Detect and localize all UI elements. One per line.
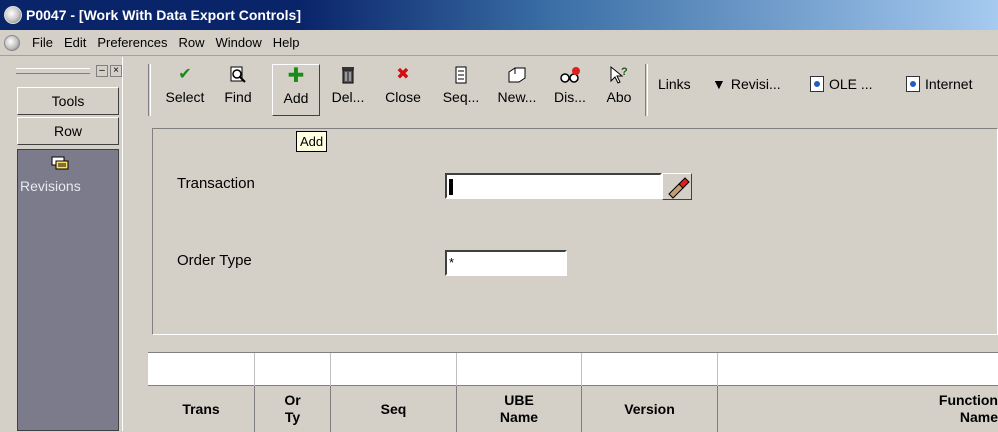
- menu-row[interactable]: Row: [174, 35, 211, 50]
- query-cell-ube-name[interactable]: [457, 353, 582, 386]
- new-icon: [492, 64, 542, 86]
- close-icon[interactable]: ×: [110, 65, 122, 77]
- close-x-icon: ✖: [396, 66, 410, 83]
- exit-bar: – × Tools Row Revisions: [0, 57, 146, 431]
- display-icon: [548, 64, 592, 86]
- toolbar-separator: [148, 64, 151, 116]
- links-menu[interactable]: Links: [658, 76, 691, 92]
- menu-bar: File Edit Preferences Row Window Help: [0, 30, 998, 56]
- minimize-icon[interactable]: –: [96, 65, 108, 77]
- drag-grip[interactable]: [16, 68, 90, 74]
- delete-button[interactable]: Del...: [328, 64, 368, 116]
- trash-icon: [328, 64, 368, 86]
- internet-link[interactable]: Internet: [906, 76, 972, 92]
- column-header[interactable]: UBE Name: [457, 386, 582, 432]
- column-header[interactable]: Version: [582, 386, 718, 432]
- row-button[interactable]: Row: [17, 117, 119, 145]
- toolbar-separator: [645, 64, 648, 116]
- sequence-button[interactable]: Seq...: [436, 64, 486, 116]
- query-cell-function-name[interactable]: [718, 353, 998, 386]
- panel-splitter[interactable]: [122, 57, 144, 431]
- close-button[interactable]: ✖ Close: [376, 64, 430, 116]
- visual-assist-icon: [668, 177, 690, 199]
- column-header[interactable]: Function Name: [718, 386, 998, 432]
- find-icon: [216, 64, 260, 86]
- column-header[interactable]: Or Ty: [255, 386, 331, 432]
- menu-file[interactable]: File: [28, 35, 60, 50]
- title-bar: P0047 - [Work With Data Export Controls]: [0, 0, 998, 30]
- query-cell-seq[interactable]: [331, 353, 457, 386]
- menu-preferences[interactable]: Preferences: [93, 35, 174, 50]
- exit-bar-header: – ×: [16, 63, 122, 79]
- about-button[interactable]: ? Abo: [600, 64, 638, 116]
- row-exits-area: Revisions: [17, 149, 119, 431]
- add-tooltip: Add: [296, 131, 328, 152]
- column-header[interactable]: Seq: [331, 386, 457, 432]
- results-grid: Trans Or Ty Seq UBE Name Version Functio…: [148, 352, 998, 432]
- order-type-input[interactable]: *: [445, 250, 567, 276]
- query-form: [152, 128, 998, 335]
- transaction-label: Transaction: [177, 175, 255, 192]
- query-cell-or-ty[interactable]: [255, 353, 331, 386]
- grid-header: Trans Or Ty Seq UBE Name Version Functio…: [148, 386, 998, 432]
- query-cell-trans[interactable]: [148, 353, 255, 386]
- menu-help[interactable]: Help: [269, 35, 307, 50]
- plus-icon: ✚: [287, 65, 305, 87]
- revisions-icon[interactable]: [51, 156, 69, 170]
- add-button[interactable]: ✚ Add: [272, 64, 320, 116]
- grid-query-row: [148, 353, 998, 386]
- visual-assist-button[interactable]: [662, 173, 692, 200]
- triangle-down-icon: ▼: [712, 76, 726, 92]
- app-icon: [4, 6, 22, 24]
- tools-button[interactable]: Tools: [17, 87, 119, 115]
- find-button[interactable]: Find: [216, 64, 260, 116]
- toolbar: ✔ Select Find ✚ Add Del... ✖ Close Seq..…: [148, 60, 998, 120]
- select-button[interactable]: ✔ Select: [158, 64, 212, 116]
- internet-icon: [906, 76, 920, 92]
- text-cursor: [449, 178, 453, 195]
- svg-text:?: ?: [621, 66, 628, 78]
- about-icon: ?: [600, 64, 638, 86]
- sequence-icon: [436, 64, 486, 86]
- ole-icon: [810, 76, 824, 92]
- transaction-input[interactable]: [445, 173, 662, 199]
- new-button[interactable]: New...: [492, 64, 542, 116]
- revisions-link[interactable]: ▼ Revisi...: [712, 76, 781, 92]
- menu-edit[interactable]: Edit: [60, 35, 93, 50]
- display-button[interactable]: Dis...: [548, 64, 592, 116]
- column-header[interactable]: Trans: [148, 386, 255, 432]
- order-type-label: Order Type: [177, 252, 252, 269]
- checkmark-icon: ✔: [178, 66, 192, 83]
- query-cell-version[interactable]: [582, 353, 718, 386]
- window-title: P0047 - [Work With Data Export Controls]: [26, 7, 301, 23]
- revisions-exit[interactable]: Revisions: [20, 178, 81, 194]
- ole-link[interactable]: OLE ...: [810, 76, 873, 92]
- menu-window[interactable]: Window: [211, 35, 268, 50]
- document-icon[interactable]: [4, 34, 20, 51]
